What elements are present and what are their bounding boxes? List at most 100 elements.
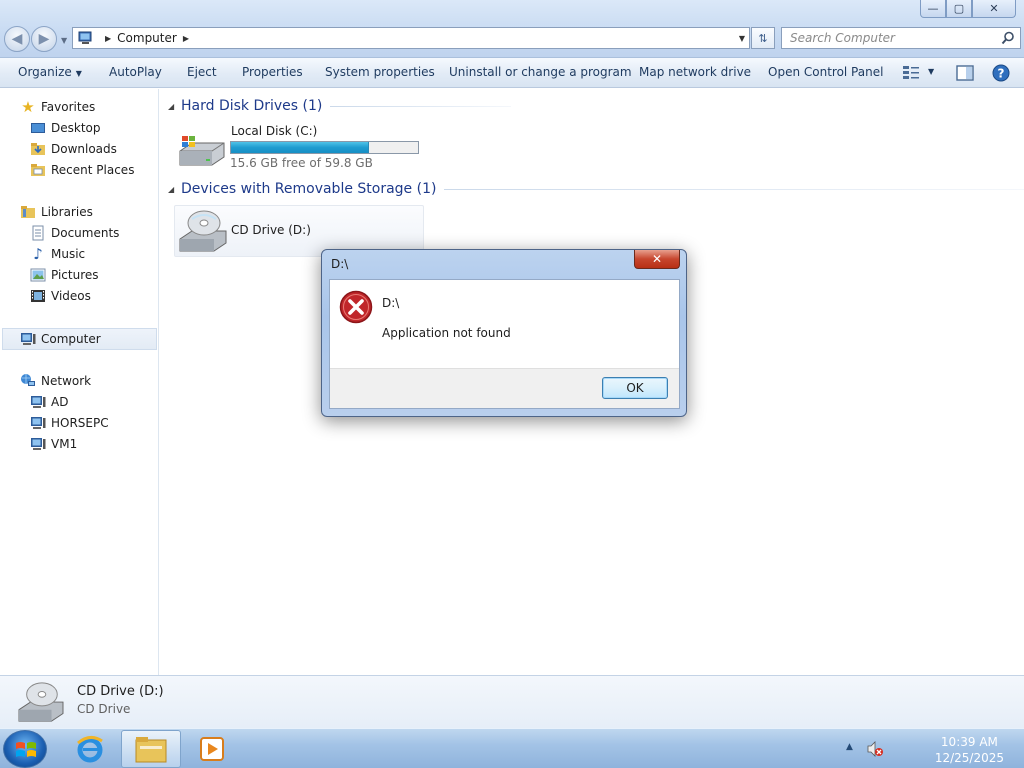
recent-pages-dropdown-icon[interactable]: ▼ — [61, 36, 67, 52]
nav-downloads[interactable]: Downloads — [30, 139, 117, 159]
videos-icon — [31, 290, 45, 302]
navigation-pane: ★ Favorites Desktop Downloads Recent Pla… — [0, 89, 159, 675]
nav-favorites-label: Favorites — [41, 100, 96, 114]
nav-pictures[interactable]: Pictures — [30, 265, 99, 285]
details-item-name: CD Drive (D:) — [77, 684, 164, 699]
system-properties-button[interactable]: System properties — [325, 65, 435, 79]
cd-drive-icon — [179, 210, 227, 252]
organize-label: Organize — [18, 65, 72, 79]
eject-button[interactable]: Eject — [187, 65, 217, 79]
nav-downloads-label: Downloads — [51, 142, 117, 156]
speaker-muted-icon[interactable] — [866, 741, 884, 757]
navigation-buttons: ◀ ▶ ▼ — [4, 26, 67, 52]
details-item-type: CD Drive — [77, 702, 131, 716]
maximize-button[interactable]: ▢ — [946, 0, 972, 18]
disk-capacity-bar — [230, 141, 419, 154]
nav-network-computer-label: AD — [51, 395, 69, 409]
system-clock[interactable]: 10:39 AM 12/25/2025 — [935, 734, 1004, 766]
refresh-button[interactable]: ⇅ — [751, 27, 775, 49]
nav-favorites[interactable]: ★ Favorites — [20, 97, 95, 117]
clock-time: 10:39 AM — [940, 735, 998, 749]
forward-arrow-icon: ▶ — [38, 31, 50, 47]
uninstall-program-button[interactable]: Uninstall or change a program — [449, 65, 632, 79]
properties-button[interactable]: Properties — [242, 65, 303, 79]
collapse-triangle-icon[interactable]: ◢ — [168, 185, 174, 194]
libraries-icon — [21, 206, 35, 218]
nav-recent-places[interactable]: Recent Places — [30, 160, 134, 180]
group-header-label: Hard Disk Drives (1) — [181, 98, 323, 114]
nav-videos[interactable]: Videos — [30, 286, 91, 306]
organize-menu[interactable]: Organize ▼ — [18, 65, 82, 79]
nav-network-computer-label: VM1 — [51, 437, 78, 451]
map-network-drive-button[interactable]: Map network drive — [639, 65, 751, 79]
nav-network-computer-label: HORSEPC — [51, 416, 109, 430]
nav-libraries[interactable]: Libraries — [20, 202, 93, 222]
nav-computer[interactable]: Computer — [20, 329, 101, 349]
nav-network[interactable]: Network — [20, 371, 91, 391]
computer-icon — [78, 31, 92, 44]
group-header-hard-disk-drives[interactable]: ◢ Hard Disk Drives (1) — [168, 98, 511, 114]
details-pane: CD Drive (D:) CD Drive — [0, 675, 1024, 728]
help-icon[interactable]: ? — [992, 64, 1010, 82]
search-icon[interactable] — [1001, 31, 1015, 45]
breadcrumb-arrow-icon[interactable]: ▶ — [183, 34, 189, 43]
nav-desktop-label: Desktop — [51, 121, 101, 135]
internet-explorer-icon — [77, 736, 103, 763]
nav-videos-label: Videos — [51, 289, 91, 303]
title-bar: — ▢ ✕ ◀ ▶ ▼ ▶ Computer ▶ ▼ ⇅ — [0, 0, 1024, 57]
group-divider — [444, 188, 1024, 190]
preview-pane-icon[interactable] — [956, 64, 974, 82]
dialog-body: D:\ Application not found OK — [329, 279, 680, 409]
search-input[interactable] — [782, 31, 992, 45]
forward-button[interactable]: ▶ — [31, 26, 57, 52]
chevron-down-icon: ▼ — [75, 69, 82, 78]
nav-network-computer[interactable]: AD — [30, 392, 68, 412]
back-button[interactable]: ◀ — [4, 26, 30, 52]
error-icon — [339, 290, 373, 324]
desktop-icon — [31, 123, 45, 133]
documents-icon — [32, 225, 44, 241]
group-divider — [330, 105, 511, 107]
windows-logo-icon — [16, 742, 36, 757]
taskbar-media-player[interactable] — [182, 730, 242, 768]
close-button[interactable]: ✕ — [972, 0, 1016, 18]
breadcrumb-computer[interactable]: Computer — [117, 31, 177, 45]
address-history-dropdown-icon[interactable]: ▼ — [739, 34, 745, 43]
hard-drive-icon[interactable] — [178, 133, 226, 169]
taskbar-windows-explorer[interactable] — [121, 730, 181, 768]
show-hidden-icons-icon[interactable]: ▲ — [846, 742, 853, 752]
nav-music-label: Music — [51, 247, 86, 261]
address-bar[interactable]: ▶ Computer ▶ ▼ — [72, 27, 750, 49]
ok-button[interactable]: OK — [602, 377, 668, 399]
dialog-message: Application not found — [382, 326, 511, 340]
nav-music[interactable]: ♪ Music — [30, 244, 85, 264]
autoplay-button[interactable]: AutoPlay — [109, 65, 162, 79]
media-player-icon — [200, 737, 224, 761]
collapse-triangle-icon[interactable]: ◢ — [168, 102, 174, 111]
cd-drive-icon — [18, 682, 64, 722]
nav-desktop[interactable]: Desktop — [30, 118, 101, 138]
view-options-dropdown-icon[interactable]: ▼ — [928, 67, 934, 76]
nav-network-computer[interactable]: VM1 — [30, 434, 77, 454]
search-box[interactable] — [781, 27, 1021, 49]
computer-icon — [31, 438, 46, 450]
star-icon: ★ — [21, 98, 35, 116]
taskbar: ▲ 10:39 AM 12/25/2025 — [0, 728, 1024, 768]
dialog-close-button[interactable]: ✕ — [634, 250, 680, 269]
local-disk-label[interactable]: Local Disk (C:) — [231, 124, 317, 138]
refresh-icon: ⇅ — [758, 31, 768, 45]
nav-libraries-label: Libraries — [41, 205, 93, 219]
disk-free-space-text: 15.6 GB free of 59.8 GB — [230, 156, 373, 170]
error-dialog: D:\ ✕ D:\ Application not found OK — [321, 249, 687, 417]
taskbar-internet-explorer[interactable] — [60, 730, 120, 768]
nav-network-computer[interactable]: HORSEPC — [30, 413, 109, 433]
minimize-button[interactable]: — — [920, 0, 946, 18]
open-control-panel-button[interactable]: Open Control Panel — [768, 65, 883, 79]
breadcrumb-arrow-icon[interactable]: ▶ — [105, 34, 111, 43]
change-view-icon[interactable] — [902, 64, 920, 82]
folder-icon — [135, 737, 167, 763]
nav-documents[interactable]: Documents — [30, 223, 119, 243]
group-header-removable-storage[interactable]: ◢ Devices with Removable Storage (1) — [168, 181, 1024, 197]
music-note-icon: ♪ — [33, 245, 43, 263]
start-button[interactable] — [3, 730, 47, 768]
